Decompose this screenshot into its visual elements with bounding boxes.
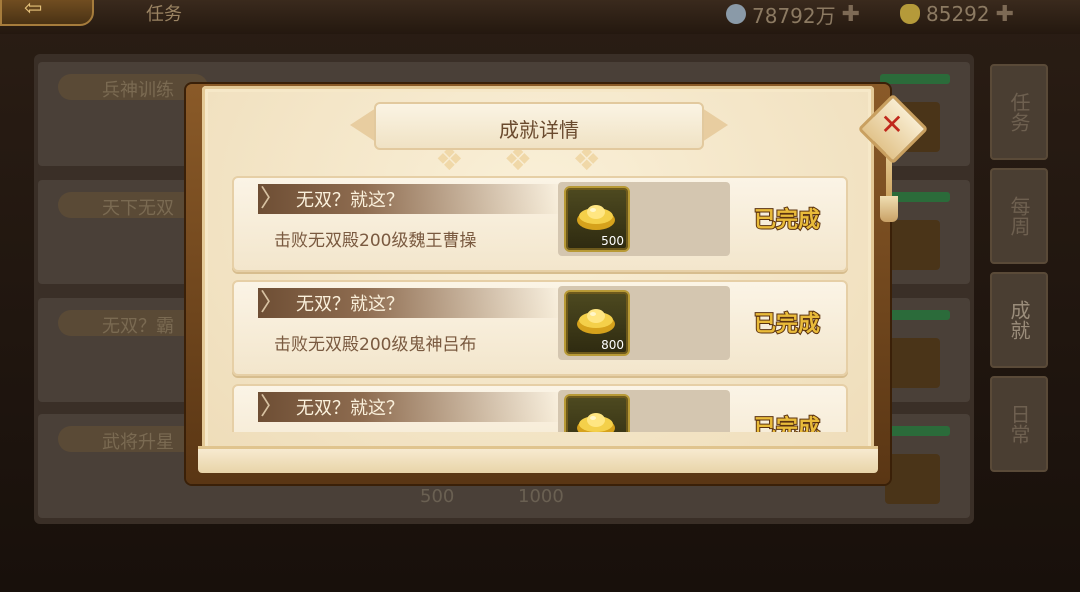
chevron-right-icon: 〉: [260, 392, 284, 420]
page-title: 任务: [146, 4, 182, 25]
add-silver-button[interactable]: ✚: [842, 2, 860, 27]
chevron-right-icon: 〉: [260, 184, 284, 212]
completed-badge: 已完成: [753, 311, 821, 338]
task-label: 天下无双: [102, 198, 174, 219]
cost-value: 1000: [518, 485, 564, 507]
silver-coin-icon: [726, 4, 746, 24]
silver-resource: 78792万 ✚: [726, 2, 860, 28]
reward-slot[interactable]: 500: [564, 186, 630, 252]
tassel-knot-icon: [880, 196, 898, 222]
reward-slot[interactable]: 800: [564, 290, 630, 356]
completed-badge: 已完成: [753, 415, 821, 432]
close-icon[interactable]: ✕: [880, 111, 904, 139]
achievement-card: 〉 无双？就这？ 已完成: [232, 384, 848, 432]
modal-title-plate: 成就详情: [350, 102, 728, 150]
reward-quantity: 500: [601, 234, 624, 248]
modal-bottom-edge: [198, 446, 878, 473]
task-button[interactable]: [885, 454, 940, 504]
gold-ingot-icon: [577, 413, 615, 432]
back-button[interactable]: ⇦: [0, 0, 94, 26]
modal-title: 成就详情: [499, 118, 579, 142]
tab-weekly[interactable]: 每周: [990, 168, 1048, 264]
top-bar: ⇦ 任务 78792万 ✚ 85292 ✚: [0, 0, 1080, 34]
achievement-name: 无双？就这？: [296, 398, 404, 419]
silver-value: 78792万: [752, 3, 836, 28]
gold-ingot-icon: [577, 309, 615, 334]
tab-achievements[interactable]: 成就: [990, 272, 1048, 368]
task-button[interactable]: [885, 220, 940, 270]
completed-badge: 已完成: [753, 207, 821, 234]
gold-ingot-icon: [577, 205, 615, 230]
achievement-list[interactable]: 〉 无双？就这？ 击败无双殿200级魏王曹操 500 已完成 〉 无双？就这？ …: [232, 172, 852, 432]
task-label: 武将升星: [102, 432, 174, 453]
reward-quantity: 800: [601, 338, 624, 352]
achievement-name: 无双？就这？: [296, 294, 404, 315]
progress-bar: [880, 426, 950, 436]
gold-resource: 85292 ✚: [900, 2, 1014, 27]
reward-slot[interactable]: [564, 394, 630, 432]
chevron-right-icon: 〉: [260, 288, 284, 316]
achievement-name: 无双？就这？: [296, 190, 404, 211]
progress-bar: [880, 74, 950, 84]
gold-ingot-icon: [900, 4, 920, 24]
task-label: 无双？霸: [102, 316, 174, 337]
achievement-desc: 击败无双殿200级鬼神吕布: [274, 335, 477, 355]
title-wing-right: [702, 108, 728, 142]
achievement-card: 〉 无双？就这？ 击败无双殿200级魏王曹操 500 已完成: [232, 176, 848, 272]
achievement-desc: 击败无双殿200级魏王曹操: [274, 231, 477, 251]
cost-value: 500: [420, 485, 455, 507]
add-gold-button[interactable]: ✚: [996, 2, 1014, 27]
achievement-card: 〉 无双？就这？ 击败无双殿200级鬼神吕布 800 已完成: [232, 280, 848, 376]
tab-daily[interactable]: 日常: [990, 376, 1048, 472]
title-wing-left: [350, 108, 376, 142]
progress-bar: [880, 310, 950, 320]
task-label: 兵神训练: [102, 80, 174, 101]
task-button[interactable]: [885, 338, 940, 388]
back-arrow-icon: ⇦: [24, 0, 43, 21]
tab-tasks[interactable]: 任务: [990, 64, 1048, 160]
gold-value: 85292: [926, 2, 990, 26]
side-tab-bar: 任务 每周 成就 日常: [990, 64, 1050, 480]
